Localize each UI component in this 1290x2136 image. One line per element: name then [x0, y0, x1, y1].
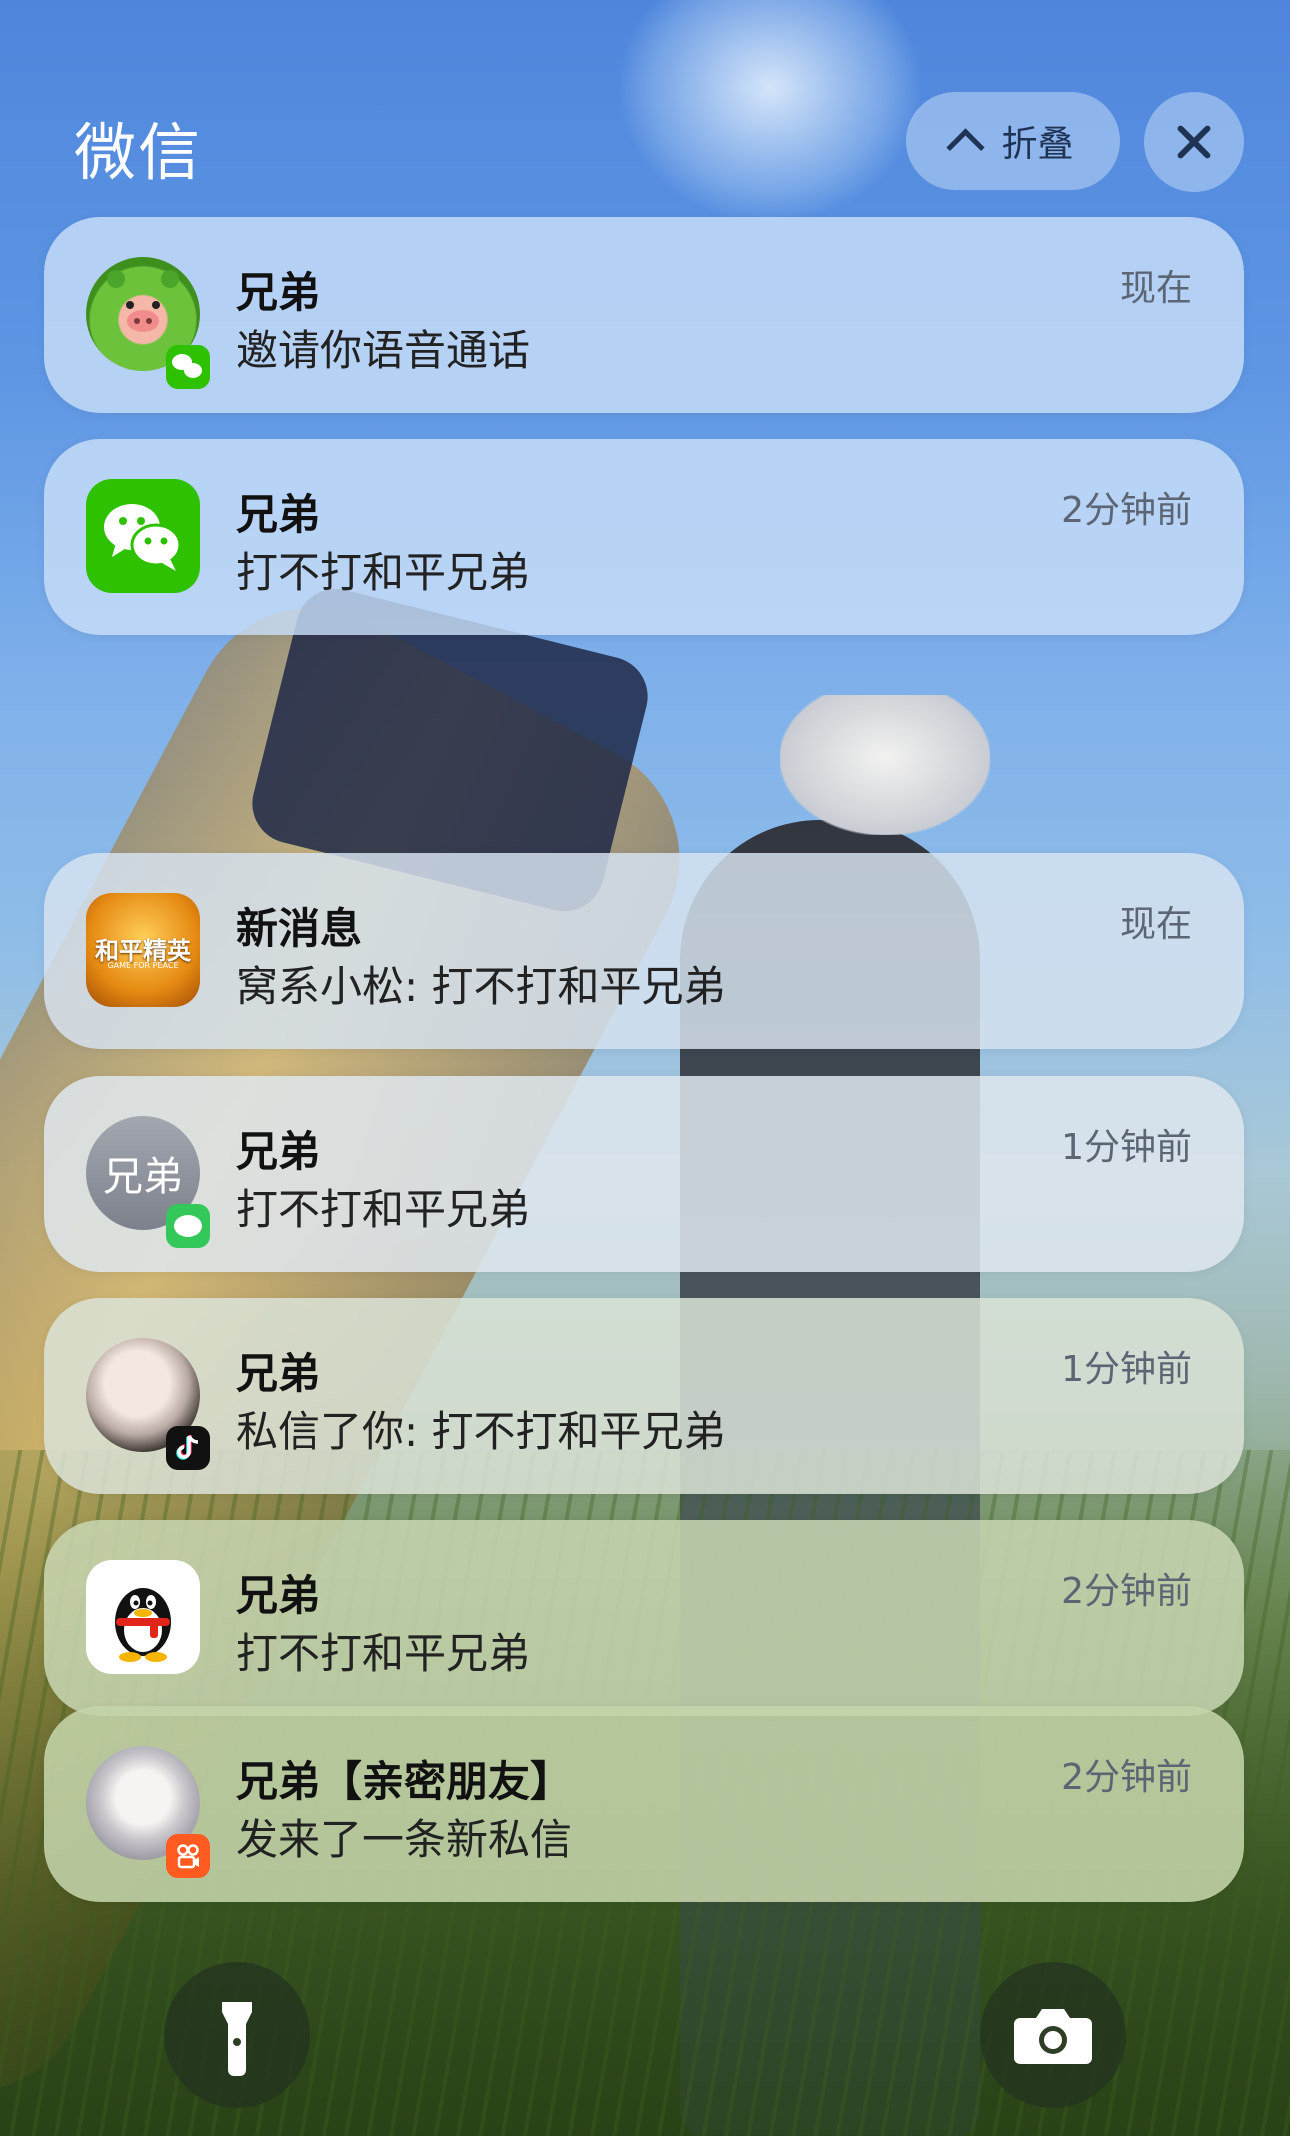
notification-time: 1分钟前 [1061, 1127, 1192, 1168]
notification-body: 打不打和平兄弟 [236, 1185, 531, 1234]
notification-title: 兄弟 [236, 1571, 321, 1620]
notification-kuaishou[interactable]: 兄弟【亲密朋友】 发来了一条新私信 2分钟前 [44, 1706, 1244, 1902]
wallpaper-cap [780, 695, 990, 835]
lock-screen: 微信 折叠 兄弟 邀请你语音通话 现在 兄弟 打不打和平兄弟 2分钟前 和平精英… [0, 0, 1290, 2136]
notification-game-for-peace[interactable]: 和平精英 GAME FOR PEACE 新消息 窝系小松: 打不打和平兄弟 现在 [44, 853, 1244, 1049]
notification-time: 现在 [1119, 904, 1192, 945]
wechat-icon [86, 479, 200, 593]
notification-time: 现在 [1119, 268, 1192, 309]
camera-button[interactable] [980, 1962, 1126, 2108]
kuaishou-icon [166, 1834, 210, 1878]
chevron-up-icon [946, 127, 986, 167]
notification-body: 打不打和平兄弟 [236, 1629, 531, 1678]
notification-time: 1分钟前 [1061, 1349, 1192, 1390]
notification-time: 2分钟前 [1061, 1571, 1192, 1612]
notification-wechat-voice-call[interactable]: 兄弟 邀请你语音通话 现在 [44, 217, 1244, 413]
notification-title: 新消息 [236, 904, 363, 953]
close-group-button[interactable] [1144, 92, 1244, 192]
notification-body: 私信了你: 打不打和平兄弟 [236, 1407, 726, 1456]
notification-body: 窝系小松: 打不打和平兄弟 [236, 962, 726, 1011]
notification-group-title: 微信 [74, 116, 203, 189]
game-for-peace-app-icon: 和平精英 GAME FOR PEACE [86, 893, 200, 1007]
wechat-icon [166, 345, 210, 389]
tiktok-icon [166, 1426, 210, 1470]
collapse-label: 折叠 [1001, 124, 1074, 165]
notification-wechat-message[interactable]: 兄弟 打不打和平兄弟 2分钟前 [44, 439, 1244, 635]
collapse-button[interactable]: 折叠 [906, 92, 1120, 190]
notification-qq[interactable]: 兄弟 打不打和平兄弟 2分钟前 [44, 1520, 1244, 1716]
notification-title: 兄弟【亲密朋友】 [236, 1757, 573, 1806]
notification-title: 兄弟 [236, 1127, 321, 1176]
notification-time: 2分钟前 [1061, 490, 1192, 531]
flashlight-button[interactable] [164, 1962, 310, 2108]
notification-title: 兄弟 [236, 268, 321, 317]
notification-douyin[interactable]: 兄弟 私信了你: 打不打和平兄弟 1分钟前 [44, 1298, 1244, 1494]
notification-time: 2分钟前 [1061, 1757, 1192, 1798]
notification-messages[interactable]: 兄弟 兄弟 打不打和平兄弟 1分钟前 [44, 1076, 1244, 1272]
wallpaper-water-splash [620, 0, 920, 220]
notification-body: 邀请你语音通话 [236, 326, 531, 375]
flashlight-icon [222, 2002, 252, 2076]
notification-body: 打不打和平兄弟 [236, 548, 531, 597]
camera-icon [1014, 2009, 1092, 2064]
messages-icon [166, 1204, 210, 1248]
notification-title: 兄弟 [236, 490, 321, 539]
contact-avatar-text: 兄弟 [103, 1154, 183, 1200]
notification-body: 发来了一条新私信 [236, 1815, 573, 1864]
notification-title: 兄弟 [236, 1349, 321, 1398]
qq-penguin-icon [86, 1560, 200, 1674]
game-icon-subtext: GAME FOR PEACE [107, 961, 179, 970]
